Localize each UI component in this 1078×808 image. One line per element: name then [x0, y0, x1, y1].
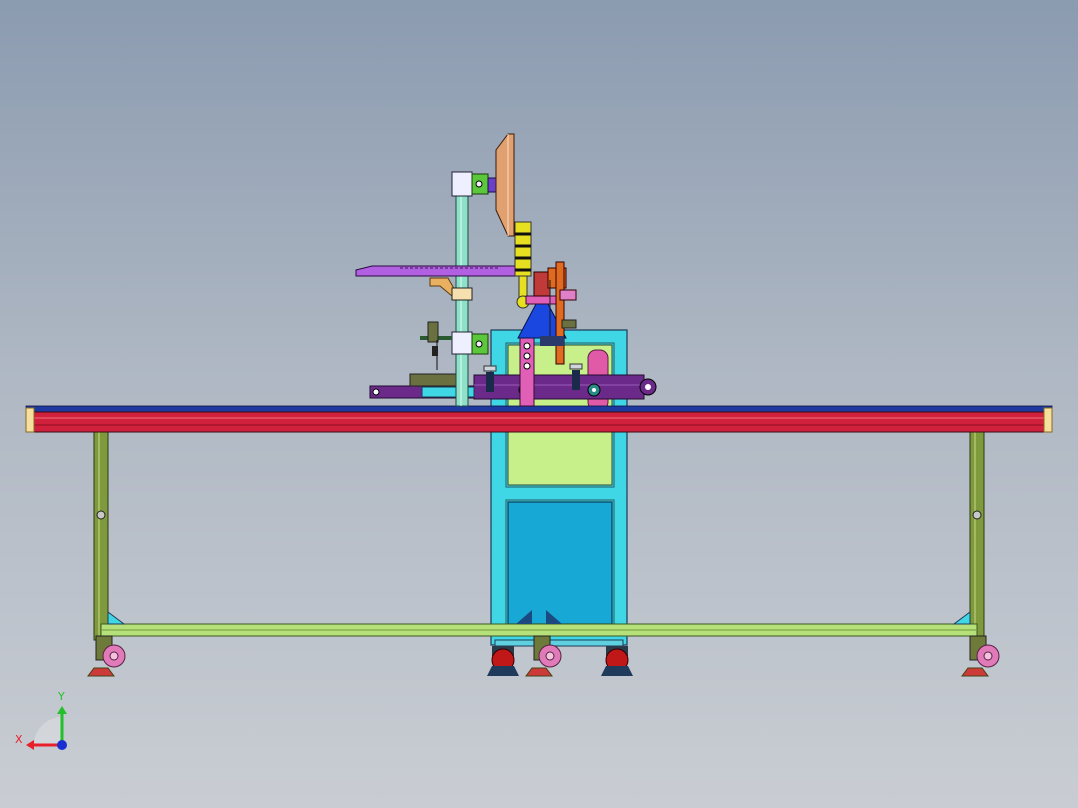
machine-assembly-drawing: X Y	[15, 133, 1053, 750]
y-axis-arrowhead	[57, 706, 67, 714]
caster-left	[87, 635, 126, 677]
tower-light	[514, 221, 532, 309]
x-axis-arrowhead	[26, 740, 34, 750]
cad-viewport[interactable]: X Y	[0, 0, 1078, 808]
arm-plate	[355, 265, 521, 301]
caster-right	[961, 635, 1000, 677]
casters-and-feet	[87, 635, 1000, 677]
y-axis-label: Y	[57, 690, 65, 703]
bolt-icon	[96, 510, 106, 520]
leg-right	[969, 431, 985, 641]
x-axis-label: X	[15, 733, 23, 746]
z-axis-dot	[57, 740, 67, 750]
cabinet-lower-panel	[507, 501, 613, 625]
leg-left	[93, 431, 109, 641]
table-top-rail	[25, 405, 1053, 433]
coordinate-triad: X Y	[15, 690, 67, 750]
cabinet-caster-left	[487, 646, 519, 676]
cabinet-caster-right	[601, 646, 633, 676]
bolt-icon	[972, 510, 982, 520]
display-panel	[495, 133, 515, 237]
